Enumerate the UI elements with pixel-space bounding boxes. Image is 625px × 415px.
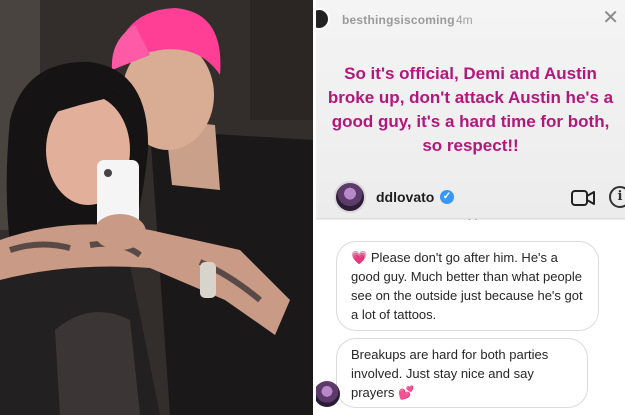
profile-name[interactable]: ddlovato	[376, 189, 434, 205]
story-caption: So it's official, Demi and Austin broke …	[327, 64, 614, 155]
story-user-avatar[interactable]	[316, 8, 330, 30]
chat-header: ddlovato ✓ i	[316, 180, 625, 216]
verified-badge-icon: ✓	[440, 190, 454, 204]
story-username[interactable]: besthingsiscoming	[342, 13, 455, 27]
divider-line	[316, 218, 625, 219]
message-text: Please don't go after him. He's a good g…	[351, 250, 583, 322]
instagram-story-panel: besthingsiscoming 4m ✕ So it's official,…	[316, 0, 625, 415]
profile-avatar[interactable]	[334, 181, 366, 213]
close-icon[interactable]: ✕	[602, 8, 619, 28]
message-text: Breakups are hard for both parties invol…	[351, 347, 549, 400]
couple-mirror-selfie-photo	[0, 0, 313, 415]
two-hearts-icon: 💕	[397, 385, 415, 400]
pink-heart-icon: 💗	[351, 250, 368, 265]
message-bubble: Breakups are hard for both parties invol…	[336, 338, 588, 408]
info-icon[interactable]: i	[609, 186, 625, 208]
story-header: besthingsiscoming 4m ✕	[316, 6, 625, 30]
video-camera-icon[interactable]	[571, 189, 595, 207]
message-bubble: 💗 Please don't go after him. He's a good…	[336, 241, 599, 331]
story-timestamp: 4m	[456, 13, 473, 27]
sender-avatar[interactable]	[316, 381, 340, 407]
